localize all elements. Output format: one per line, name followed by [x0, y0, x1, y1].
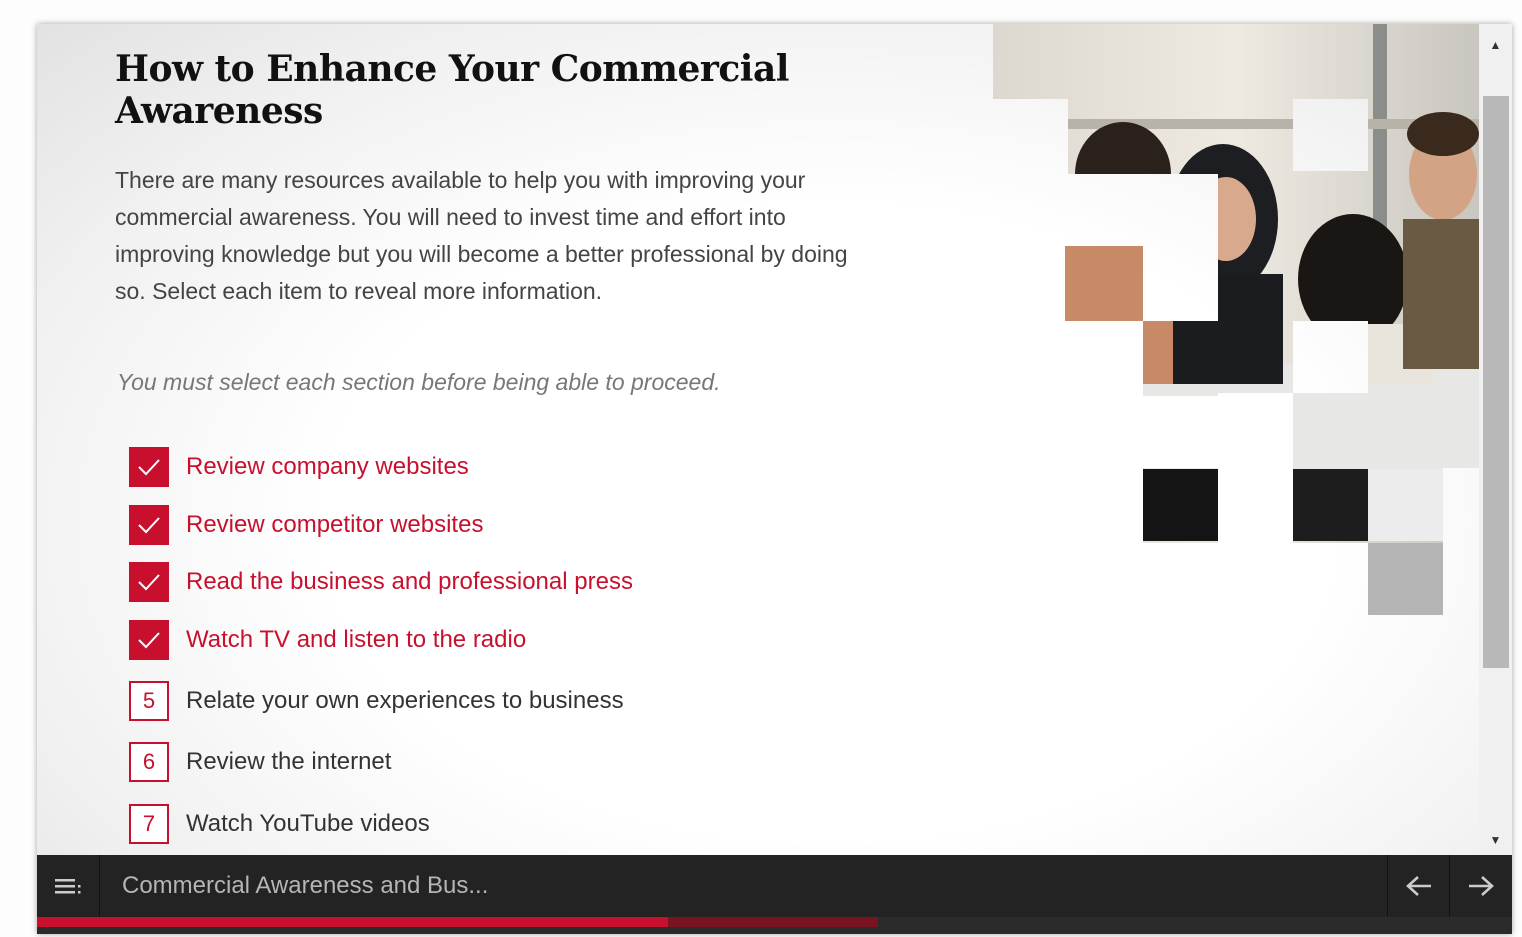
checkmark-icon: [129, 447, 169, 487]
scroll-down-icon[interactable]: ▼: [1479, 825, 1512, 855]
business-meeting-photo: [993, 24, 1479, 615]
reveal-item-label: Watch TV and listen to the radio: [186, 626, 527, 653]
course-player: How to Enhance Your Commercial Awareness…: [37, 24, 1512, 934]
reveal-item-label: Review competitor websites: [186, 511, 484, 538]
reveal-item-4[interactable]: Watch TV and listen to the radio: [129, 617, 526, 663]
slide-title: How to Enhance Your Commercial Awareness: [115, 48, 789, 132]
reveal-item-3[interactable]: Read the business and professional press: [129, 559, 633, 605]
arrow-right-icon[interactable]: [1449, 855, 1512, 917]
item-number-badge: 6: [129, 742, 169, 782]
bottom-navigation-bar: Commercial Awareness and Bus...: [37, 855, 1512, 917]
item-number-badge: 7: [129, 804, 169, 844]
course-progress-bar: [37, 917, 1512, 934]
checkmark-icon: [129, 620, 169, 660]
vertical-scrollbar[interactable]: ▲ ▼: [1479, 24, 1512, 855]
reveal-item-label: Review company websites: [186, 453, 469, 480]
reveal-item-7[interactable]: 7 Watch YouTube videos: [129, 801, 430, 847]
slide-instruction: You must select each section before bein…: [117, 369, 721, 395]
slide-content: How to Enhance Your Commercial Awareness…: [37, 24, 1479, 855]
item-number-badge: 5: [129, 681, 169, 721]
progress-completed: [37, 917, 669, 927]
checkmark-icon: [129, 505, 169, 545]
arrow-left-icon[interactable]: [1387, 855, 1450, 917]
reveal-item-6[interactable]: 6 Review the internet: [129, 739, 391, 785]
course-title: Commercial Awareness and Bus...: [122, 872, 489, 899]
menu-icon[interactable]: [37, 855, 100, 917]
page-background: How to Enhance Your Commercial Awareness…: [0, 0, 1522, 937]
reveal-item-label: Read the business and professional press: [186, 568, 633, 595]
scroll-up-icon[interactable]: ▲: [1479, 30, 1512, 60]
reveal-item-2[interactable]: Review competitor websites: [129, 502, 483, 548]
reveal-item-1[interactable]: Review company websites: [129, 444, 469, 490]
slide-body-text: There are many resources available to he…: [115, 167, 848, 304]
reveal-item-5[interactable]: 5 Relate your own experiences to busines…: [129, 678, 624, 724]
reveal-item-label: Relate your own experiences to business: [186, 687, 624, 714]
reveal-item-label: Review the internet: [186, 748, 392, 775]
reveal-item-label: Watch YouTube videos: [186, 810, 430, 837]
scroll-thumb[interactable]: [1483, 96, 1509, 668]
checkmark-icon: [129, 562, 169, 602]
